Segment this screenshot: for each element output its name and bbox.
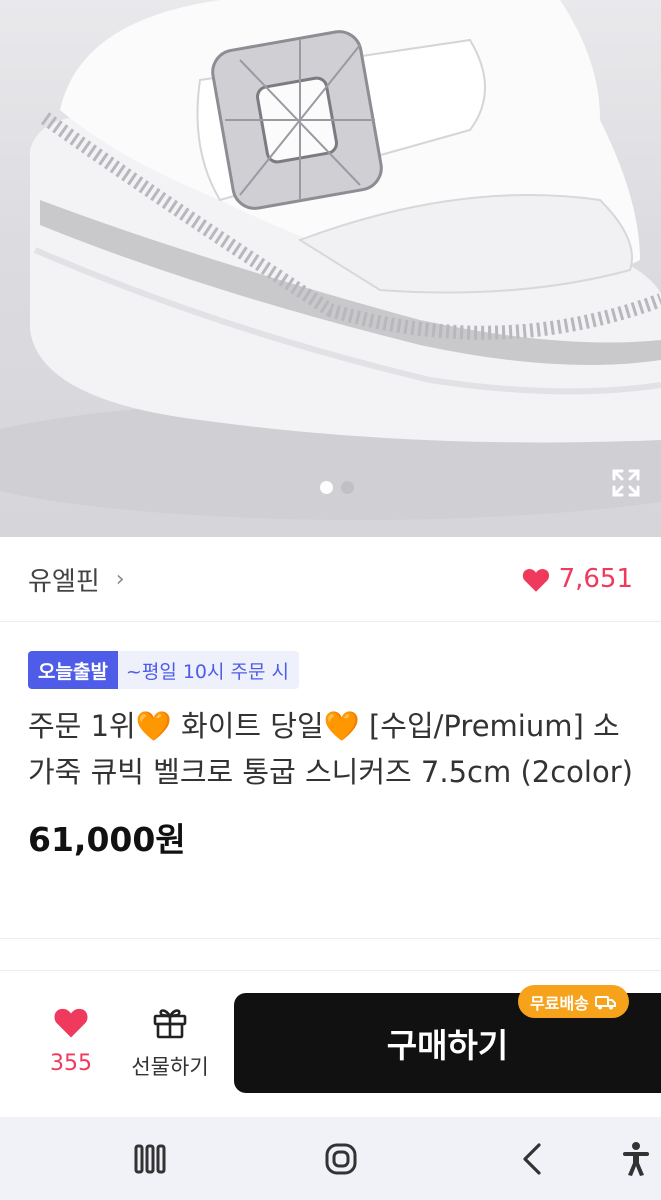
dispatch-condition: ~평일 10시 주문 시	[117, 651, 300, 689]
system-navigation-bar	[0, 1117, 661, 1200]
home-icon[interactable]	[321, 1139, 361, 1179]
store-likes[interactable]: 7,651	[521, 564, 633, 594]
free-shipping-badge: 무료배송	[518, 985, 629, 1018]
gift-button[interactable]: 선물하기	[122, 1005, 218, 1081]
recent-apps-icon[interactable]	[130, 1139, 170, 1179]
product-price: 61,000원	[28, 820, 186, 859]
divider	[0, 970, 661, 971]
product-info: 오늘출발 ~평일 10시 주문 시 주문 1위🧡 화이트 당일🧡 [수입/Pre…	[0, 622, 661, 861]
carousel-indicator	[320, 481, 354, 494]
expand-icon[interactable]	[610, 467, 642, 499]
wishlist-button[interactable]: 355	[38, 1005, 104, 1076]
divider	[0, 938, 661, 939]
free-shipping-label: 무료배송	[530, 993, 589, 1013]
heart-icon	[54, 1008, 88, 1038]
carousel-dot-active[interactable]	[320, 481, 333, 494]
purchase-action-bar: 355 선물하기 구매하기 무료배송	[0, 985, 661, 1115]
delivery-badge: 오늘출발 ~평일 10시 주문 시	[28, 651, 633, 689]
product-title: 주문 1위🧡 화이트 당일🧡 [수입/Premium] 소가죽 큐빅 벨크로 통…	[28, 709, 633, 789]
product-image[interactable]	[0, 0, 661, 537]
gift-icon	[153, 1009, 187, 1039]
accessibility-icon[interactable]	[616, 1139, 656, 1179]
back-icon[interactable]	[512, 1139, 552, 1179]
today-dispatch-badge: 오늘출발	[28, 651, 118, 689]
store-likes-count: 7,651	[558, 564, 633, 594]
chevron-right-icon[interactable]: ›	[116, 567, 125, 592]
crystal-buckle	[211, 30, 383, 210]
gift-label: 선물하기	[131, 1055, 209, 1079]
wishlist-count: 355	[50, 1051, 92, 1076]
carousel-dot[interactable]	[341, 481, 354, 494]
heart-icon	[522, 568, 549, 592]
sneaker-illustration	[0, 0, 661, 520]
store-row: 유엘핀 › 7,651	[0, 537, 661, 622]
truck-icon	[594, 995, 616, 1009]
store-name-link[interactable]: 유엘핀	[28, 561, 100, 598]
